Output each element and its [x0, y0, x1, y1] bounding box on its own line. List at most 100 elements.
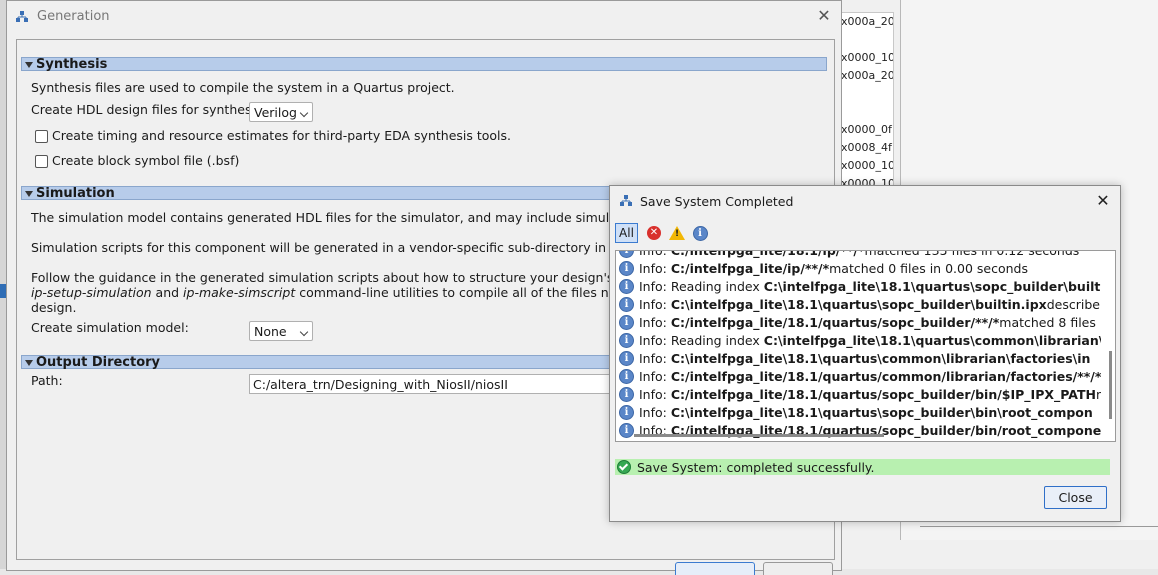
close-button[interactable]: Close [1044, 486, 1107, 509]
log-path: C:\intelfpga_lite\18.1\quartus\sopc_buil… [763, 278, 1101, 294]
dialog-title: Save System Completed [640, 193, 794, 209]
log-row[interactable]: i Info: C:\intelfpga_lite\18.1\quartus\sop… [616, 403, 1101, 421]
output-path-field[interactable]: C:/altera_trn/Designing_with_NiosII/nios… [249, 374, 619, 394]
hierarchy-icon [620, 195, 632, 207]
path-label: Path: [31, 373, 63, 388]
simulation-description: The simulation model contains generated … [31, 210, 672, 225]
synthesis-description: Synthesis files are used to compile the … [31, 80, 455, 95]
log-detail: ma [1096, 387, 1101, 402]
chevron-down-icon [299, 327, 309, 337]
log-path: C:/intelfpga_lite/ip/**/* [670, 260, 830, 276]
warning-icon: ! [669, 226, 685, 240]
simulation-guidance-text-3: design. [31, 300, 77, 315]
divider [920, 526, 1158, 527]
collapse-triangle-icon [25, 191, 33, 197]
simulation-model-select[interactable]: None [249, 321, 313, 341]
log-row[interactable]: i Info: C:/intelfpga_lite/ip/**/* matched … [616, 259, 1101, 277]
log-row[interactable]: i Info: C:/intelfpga_lite/18.1/quartus/com… [616, 367, 1101, 385]
log-row[interactable]: i Info: C:/intelfpga_lite/18.1/ip/**/* mat… [616, 250, 1101, 259]
log-path: C:\intelfpga_lite\18.1\quartus\sopc_buil… [670, 404, 1093, 420]
status-message: Save System: completed successfully. [637, 459, 875, 475]
save-system-dialog: Save System Completed ✕ All ✕ ! i i Info:… [609, 185, 1121, 522]
list-item: x0000_108 [841, 159, 893, 172]
close-icon[interactable]: ✕ [1094, 192, 1112, 210]
background-address-list: x000a_20b x0000_103 x000a_20c x0000_0f1 … [838, 12, 894, 204]
info-icon: i [619, 296, 634, 312]
filter-all-button[interactable]: All [615, 223, 638, 243]
filter-errors-button[interactable]: ✕ [646, 225, 662, 241]
log-path: C:\intelfpga_lite\18.1\quartus\common\li… [670, 350, 1091, 366]
info-icon: i [619, 368, 634, 384]
collapse-triangle-icon [25, 360, 33, 366]
log-label: Info: [639, 368, 667, 384]
info-icon: i [619, 278, 634, 294]
vertical-scrollbar[interactable] [1109, 351, 1112, 419]
success-check-icon [617, 460, 631, 474]
filter-info-button[interactable]: i [692, 225, 708, 241]
info-icon: i [692, 225, 708, 241]
log-label: Info: Reading index [639, 332, 760, 348]
info-icon: i [619, 386, 634, 402]
simulation-scripts-text: Simulation scripts for this component wi… [31, 240, 672, 255]
simulation-model-label: Create simulation model: [31, 320, 189, 335]
synthesis-section-header[interactable]: Synthesis [21, 57, 827, 72]
info-icon: i [619, 350, 634, 366]
log-row[interactable]: i Info: C:\intelfpga_lite\18.1\quartus\com… [616, 349, 1101, 367]
log-label: Info: [639, 386, 667, 402]
error-icon: ✕ [647, 226, 661, 240]
log-row[interactable]: i Info: Reading index C:\intelfpga_lite\18… [616, 277, 1101, 295]
log-detail: describe [1046, 296, 1100, 312]
status-bar: Save System: completed successfully. [615, 459, 1110, 475]
list-item: x0000_103 [841, 51, 893, 64]
generation-title-bar: Generation [7, 1, 841, 32]
save-dialog-title-bar: Save System Completed [610, 186, 1120, 216]
log-path: C:/intelfpga_lite/18.1/quartus/common/li… [670, 368, 1101, 384]
info-icon: i [619, 314, 634, 330]
info-icon: i [619, 332, 634, 348]
log-row[interactable]: i Info: Reading index C:\intelfpga_lite\18… [616, 331, 1101, 349]
log-label: Info: [639, 296, 667, 312]
hdl-language-select[interactable]: Verilog [249, 102, 313, 122]
log-path: C:/intelfpga_lite/18.1/quartus/sopc_buil… [670, 314, 1000, 330]
log-detail: matched 8 files in 0 [999, 314, 1101, 330]
log-rows: i Info: C:/intelfpga_lite/18.1/ip/**/* mat… [616, 250, 1101, 439]
simulation-guidance-text-2: ip-setup-simulation and ip-make-simscrip… [31, 285, 664, 300]
close-icon[interactable]: ✕ [815, 7, 833, 25]
log-row[interactable]: i Info: C:\intelfpga_lite\18.1\quartus\sop… [616, 295, 1101, 313]
list-item: x000a_20b [841, 15, 893, 28]
list-item: x000a_20c [841, 69, 893, 82]
filter-warnings-button[interactable]: ! [669, 225, 685, 241]
window-title: Generation [37, 9, 110, 24]
collapse-triangle-icon [25, 62, 33, 68]
log-label: Info: [639, 350, 667, 366]
hdl-label: Create HDL design files for synthesis: [31, 102, 266, 117]
info-icon: i [619, 404, 634, 420]
block-symbol-checkbox[interactable] [35, 155, 48, 168]
log-path: C:/intelfpga_lite/18.1/quartus/sopc_buil… [670, 386, 1096, 402]
hierarchy-icon [16, 10, 28, 23]
horizontal-scrollbar[interactable] [634, 434, 884, 437]
timing-estimates-label: Create timing and resource estimates for… [52, 128, 512, 143]
log-label: Info: [639, 260, 667, 276]
message-filter-bar: All ✕ ! i [615, 223, 715, 243]
message-log[interactable]: i Info: C:/intelfpga_lite/18.1/ip/**/* mat… [615, 250, 1116, 442]
list-item [839, 31, 893, 49]
list-item [839, 85, 893, 103]
chevron-down-icon [299, 108, 309, 118]
info-icon: i [619, 260, 634, 276]
list-item: x0000_0f1 [841, 123, 894, 136]
info-icon: i [619, 422, 634, 438]
log-label: Info: [639, 314, 667, 330]
log-row[interactable]: i Info: C:/intelfpga_lite/18.1/quartus/sop… [616, 313, 1101, 331]
block-symbol-label: Create block symbol file (.bsf) [52, 153, 240, 168]
simulation-guidance-text: Follow the guidance in the generated sim… [31, 270, 675, 285]
log-label: Info: [639, 404, 667, 420]
list-item: x0008_4f1 [841, 141, 894, 154]
log-detail: matched 0 files in 0.00 seconds [829, 260, 1028, 276]
log-row[interactable]: i Info: C:/intelfpga_lite/18.1/quartus/sop… [616, 385, 1101, 403]
log-path: C:\intelfpga_lite\18.1\quartus\sopc_buil… [670, 296, 1047, 312]
log-label: Info: [639, 250, 667, 258]
list-item [839, 103, 893, 121]
timing-estimates-checkbox[interactable] [35, 130, 48, 143]
log-path: C:/intelfpga_lite/18.1/ip/**/* [670, 250, 865, 258]
